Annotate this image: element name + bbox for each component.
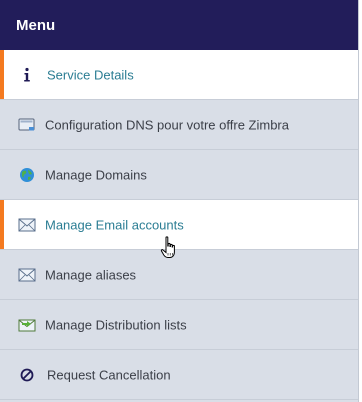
sidebar-menu: Menu Service Details Configuration DNS p… <box>0 0 359 402</box>
envelope-arrow-icon <box>18 316 36 334</box>
menu-item-manage-distribution-lists[interactable]: Manage Distribution lists <box>0 300 358 350</box>
menu-item-label: Service Details <box>47 67 134 82</box>
menu-title: Menu <box>0 0 358 50</box>
monitor-icon <box>18 116 36 134</box>
ban-icon <box>18 366 36 384</box>
menu-item-label: Manage aliases <box>45 267 137 282</box>
info-icon <box>18 66 36 84</box>
menu-list: Service Details Configuration DNS pour v… <box>0 50 358 400</box>
menu-item-label: Manage Distribution lists <box>45 317 187 332</box>
menu-item-manage-aliases[interactable]: Manage aliases <box>0 250 358 300</box>
menu-item-manage-email-accounts[interactable]: Manage Email accounts <box>0 200 358 250</box>
menu-item-service-details[interactable]: Service Details <box>0 50 358 100</box>
menu-item-label: Manage Domains <box>45 167 147 182</box>
menu-item-label: Configuration DNS pour votre offre Zimbr… <box>45 117 289 132</box>
envelope-icon <box>18 266 36 284</box>
menu-item-label: Request Cancellation <box>47 367 171 382</box>
menu-item-manage-domains[interactable]: Manage Domains <box>0 150 358 200</box>
menu-item-configuration-dns[interactable]: Configuration DNS pour votre offre Zimbr… <box>0 100 358 150</box>
menu-item-request-cancellation[interactable]: Request Cancellation <box>0 350 358 400</box>
menu-item-label: Manage Email accounts <box>45 217 184 232</box>
globe-icon <box>18 166 36 184</box>
envelope-icon <box>18 216 36 234</box>
